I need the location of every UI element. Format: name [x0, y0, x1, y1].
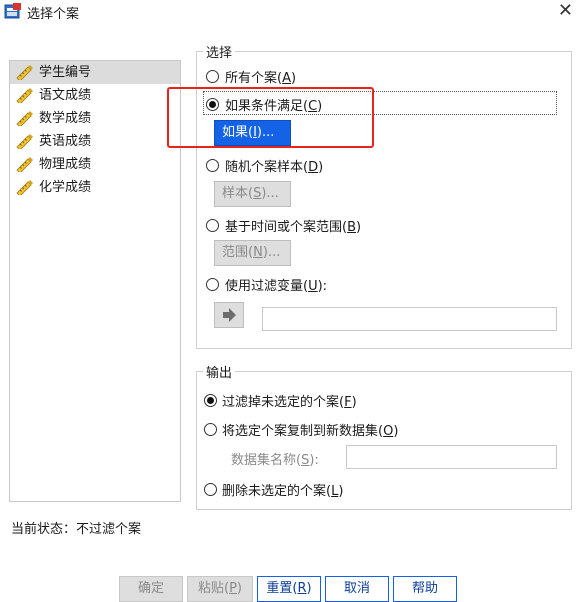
variable-label: 语文成绩 — [39, 88, 92, 103]
help-button[interactable]: 帮助 — [393, 576, 457, 602]
label-delete-unselected[interactable]: 删除未选定的个案(L) — [222, 480, 343, 499]
arrow-right-icon — [223, 308, 236, 322]
radio-filter-out[interactable] — [204, 394, 217, 407]
highlight-annotation — [167, 87, 374, 148]
label-copy-dataset[interactable]: 将选定个案复制到新数据集(O) — [222, 420, 398, 439]
radio-random-sample[interactable] — [206, 159, 219, 172]
cancel-button[interactable]: 取消 — [325, 576, 389, 602]
selection-legend: 选择 — [206, 46, 233, 61]
variable-item[interactable]: 数学成绩 — [10, 107, 180, 130]
variable-item[interactable]: 物理成绩 — [10, 153, 180, 176]
ruler-pencil-icon — [16, 88, 33, 103]
sample-button[interactable]: 样本(S)... — [214, 181, 291, 207]
spss-dialog-icon — [4, 3, 21, 19]
radio-all-cases[interactable] — [206, 70, 219, 83]
current-status: 当前状态：不过滤个案 — [11, 522, 142, 537]
ruler-pencil-icon — [16, 180, 33, 195]
variable-item[interactable]: 语文成绩 — [10, 84, 180, 107]
ruler-pencil-icon — [16, 157, 33, 172]
variable-label: 物理成绩 — [39, 157, 92, 172]
move-variable-button[interactable] — [214, 302, 244, 328]
ruler-pencil-icon — [16, 65, 33, 80]
variable-item[interactable]: 英语成绩 — [10, 130, 180, 153]
radio-copy-dataset[interactable] — [204, 423, 217, 436]
ruler-pencil-icon — [16, 134, 33, 149]
ruler-pencil-icon — [16, 111, 33, 126]
variable-label: 化学成绩 — [39, 180, 92, 195]
variable-label: 学生编号 — [39, 65, 92, 80]
label-filter-out[interactable]: 过滤掉未选定的个案(F) — [222, 391, 357, 410]
reset-button[interactable]: 重置(R) — [257, 576, 321, 602]
title-bar: 选择个案 ✕ — [0, 0, 583, 24]
variable-item[interactable]: 化学成绩 — [10, 176, 180, 199]
dataset-name-label: 数据集名称(S): — [231, 453, 319, 468]
paste-button[interactable]: 粘贴(P) — [187, 576, 253, 602]
variable-label: 数学成绩 — [39, 111, 92, 126]
filter-variable-field[interactable] — [262, 307, 557, 331]
label-all-cases[interactable]: 所有个案(A) — [225, 67, 296, 86]
radio-delete-unselected[interactable] — [204, 483, 217, 496]
label-random-sample[interactable]: 随机个案样本(D) — [225, 156, 323, 175]
radio-time-range[interactable] — [206, 219, 219, 232]
variable-label: 英语成绩 — [39, 134, 92, 149]
label-time-range[interactable]: 基于时间或个案范围(B) — [225, 216, 361, 235]
output-legend: 输出 — [206, 366, 233, 381]
dataset-name-input[interactable] — [346, 445, 557, 469]
variable-list[interactable]: 学生编号语文成绩数学成绩英语成绩物理成绩化学成绩 — [9, 60, 181, 502]
radio-filter-variable[interactable] — [206, 278, 219, 291]
range-button[interactable]: 范围(N)... — [214, 240, 291, 266]
close-icon[interactable]: ✕ — [558, 0, 573, 22]
variable-item[interactable]: 学生编号 — [10, 61, 180, 84]
label-filter-variable[interactable]: 使用过滤变量(U): — [225, 275, 327, 294]
window-title: 选择个案 — [27, 7, 80, 22]
ok-button[interactable]: 确定 — [119, 576, 183, 602]
